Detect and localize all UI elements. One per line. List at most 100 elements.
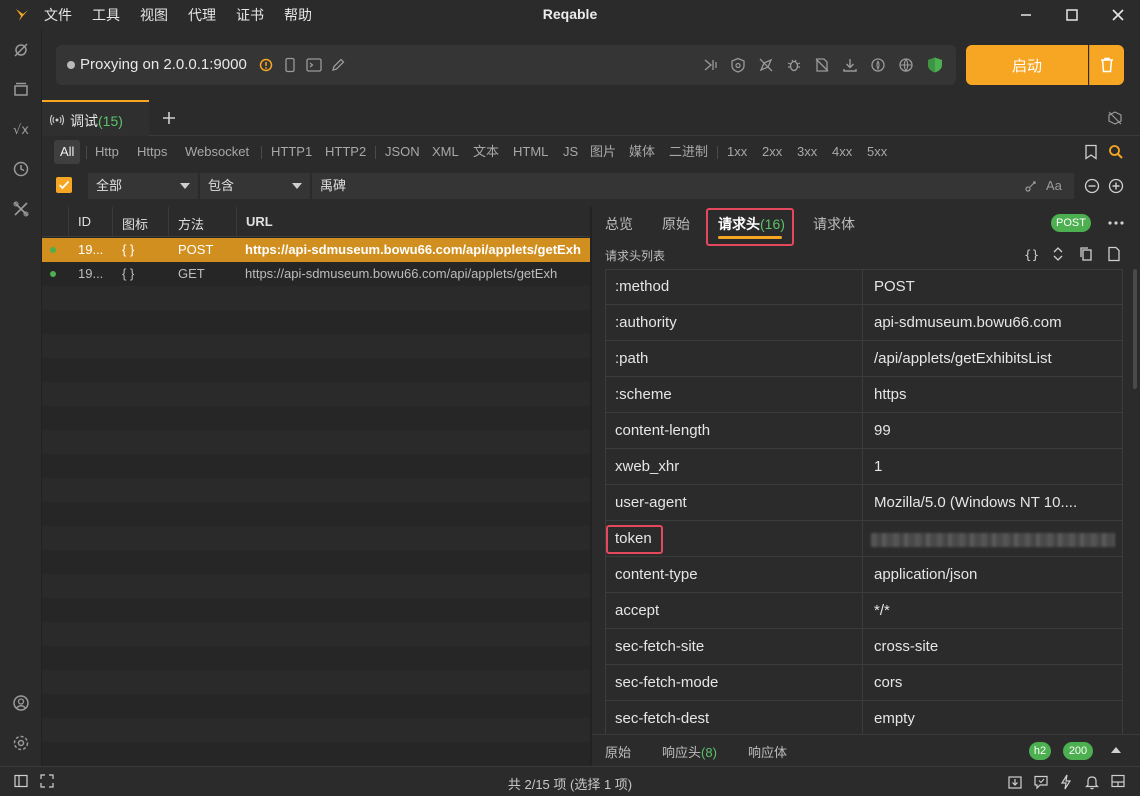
feedback-icon[interactable]: [1033, 774, 1049, 790]
ssl-proxy-icon[interactable]: [730, 57, 746, 73]
tab-debug[interactable]: 调试(15): [42, 100, 149, 136]
filter-3xx[interactable]: 3xx: [797, 140, 817, 164]
layout-icon[interactable]: [1111, 774, 1125, 788]
header-row[interactable]: accept */*: [605, 593, 1123, 629]
copy-icon[interactable]: [1079, 246, 1093, 262]
filter-1xx[interactable]: 1xx: [727, 140, 747, 164]
menu-help[interactable]: 帮助: [284, 5, 312, 25]
tab-overview[interactable]: 总览: [605, 214, 633, 234]
header-row[interactable]: xweb_xhr 1: [605, 449, 1123, 485]
script-icon[interactable]: √x: [12, 120, 30, 138]
filter-all[interactable]: All: [54, 140, 81, 164]
scrollbar-thumb[interactable]: [1133, 269, 1137, 389]
settings-gear-icon[interactable]: [12, 734, 30, 752]
header-row[interactable]: content-length 99: [605, 413, 1123, 449]
header-row[interactable]: :authority api-sdmuseum.bowu66.com: [605, 305, 1123, 341]
table-row[interactable]: 19... { } POST https://api-sdmuseum.bowu…: [42, 238, 590, 262]
close-icon[interactable]: [1110, 7, 1126, 23]
lightning-icon[interactable]: [1059, 774, 1073, 790]
tab-raw[interactable]: 原始: [662, 214, 690, 234]
filter-media[interactable]: 媒体: [629, 140, 655, 164]
menu-proxy[interactable]: 代理: [188, 5, 216, 25]
rewrite-off-icon[interactable]: [758, 57, 774, 73]
script-off-icon[interactable]: [814, 57, 830, 73]
header-row[interactable]: token: [605, 521, 1123, 557]
filter-http[interactable]: Http: [95, 140, 119, 164]
filter-xml[interactable]: XML: [432, 140, 459, 164]
tab-request-body[interactable]: 请求体: [813, 214, 855, 234]
account-icon[interactable]: [12, 694, 30, 712]
edit-pencil-icon[interactable]: [330, 57, 346, 73]
filter-https[interactable]: Https: [137, 140, 167, 164]
header-row[interactable]: content-type application/json: [605, 557, 1123, 593]
header-row[interactable]: sec-fetch-mode cors: [605, 665, 1123, 701]
filter-http1[interactable]: HTTP1: [271, 140, 312, 164]
tools-icon[interactable]: [12, 200, 30, 218]
header-row[interactable]: :method POST: [605, 269, 1123, 305]
table-row[interactable]: 19... { } GET https://api-sdmuseum.bowu6…: [42, 262, 590, 286]
json-braces-icon[interactable]: {}: [1023, 246, 1039, 262]
tab-response-raw[interactable]: 原始: [605, 742, 631, 761]
remove-filter-icon[interactable]: [1084, 178, 1100, 194]
search-input[interactable]: 禹碑 Aa: [312, 173, 1074, 199]
more-options-icon[interactable]: [1108, 221, 1124, 225]
filter-binary[interactable]: 二进制: [669, 140, 708, 164]
add-tab-plus-icon[interactable]: [161, 110, 177, 126]
column-method[interactable]: 方法: [178, 214, 204, 233]
terminal-icon[interactable]: [306, 58, 322, 72]
header-row[interactable]: :path/api/applets/getExhibitsList: [605, 341, 1123, 377]
no-cache-icon[interactable]: [1107, 110, 1123, 126]
download-icon[interactable]: [842, 57, 858, 73]
bookmark-icon[interactable]: [1084, 144, 1098, 160]
filter-http2[interactable]: HTTP2: [325, 140, 366, 164]
certificate-shield-icon[interactable]: [926, 56, 944, 74]
filter-js[interactable]: JS: [563, 140, 578, 164]
header-row[interactable]: sec-fetch-dest empty: [605, 701, 1123, 737]
search-scope-select[interactable]: 全部: [88, 173, 198, 199]
filter-image[interactable]: 图片: [590, 140, 616, 164]
clear-button[interactable]: [1089, 45, 1124, 85]
header-row[interactable]: :scheme https: [605, 377, 1123, 413]
file-icon[interactable]: [1107, 246, 1121, 262]
export-icon[interactable]: [1007, 774, 1023, 790]
menu-view[interactable]: 视图: [140, 5, 168, 25]
menu-tools[interactable]: 工具: [92, 5, 120, 25]
debug-bug-icon[interactable]: [786, 57, 802, 73]
search-match-select[interactable]: 包含: [200, 173, 310, 199]
header-row[interactable]: user-agent Mozilla/5.0 (Windows NT 10....: [605, 485, 1123, 521]
match-case-toggle[interactable]: Aa: [1046, 173, 1062, 199]
network-globe-icon[interactable]: [898, 57, 914, 73]
mobile-icon[interactable]: [284, 57, 296, 73]
filter-2xx[interactable]: 2xx: [762, 140, 782, 164]
menu-file[interactable]: 文件: [44, 5, 72, 25]
start-proxy-button[interactable]: 启动: [966, 45, 1088, 85]
capture-icon[interactable]: [12, 41, 30, 59]
filter-websocket[interactable]: Websocket: [185, 140, 249, 164]
filter-text[interactable]: 文本: [473, 140, 499, 164]
filter-html[interactable]: HTML: [513, 140, 548, 164]
collections-icon[interactable]: [12, 80, 30, 98]
search-enable-checkbox[interactable]: [56, 177, 72, 193]
column-icon[interactable]: 图标: [122, 214, 148, 233]
info-icon[interactable]: [259, 58, 273, 72]
history-icon[interactable]: [12, 160, 30, 178]
throttle-icon[interactable]: [870, 57, 886, 73]
minimize-icon[interactable]: [1018, 7, 1034, 23]
column-url[interactable]: URL: [246, 214, 273, 229]
filter-4xx[interactable]: 4xx: [832, 140, 852, 164]
maximize-icon[interactable]: [1064, 7, 1080, 23]
breakpoint-icon[interactable]: [702, 57, 718, 73]
expand-collapse-icon[interactable]: [1051, 246, 1065, 262]
regex-icon[interactable]: [1024, 179, 1038, 193]
expand-up-icon[interactable]: [1110, 746, 1122, 754]
header-row[interactable]: sec-fetch-site cross-site: [605, 629, 1123, 665]
tab-response-body[interactable]: 响应体: [748, 742, 787, 761]
column-id[interactable]: ID: [78, 214, 91, 229]
tab-response-headers[interactable]: 响应头(8): [662, 742, 717, 761]
add-filter-icon[interactable]: [1108, 178, 1124, 194]
menu-certificate[interactable]: 证书: [236, 5, 264, 25]
filter-5xx[interactable]: 5xx: [867, 140, 887, 164]
filter-json[interactable]: JSON: [385, 140, 420, 164]
search-icon[interactable]: [1108, 144, 1124, 160]
notification-bell-icon[interactable]: [1085, 774, 1099, 790]
